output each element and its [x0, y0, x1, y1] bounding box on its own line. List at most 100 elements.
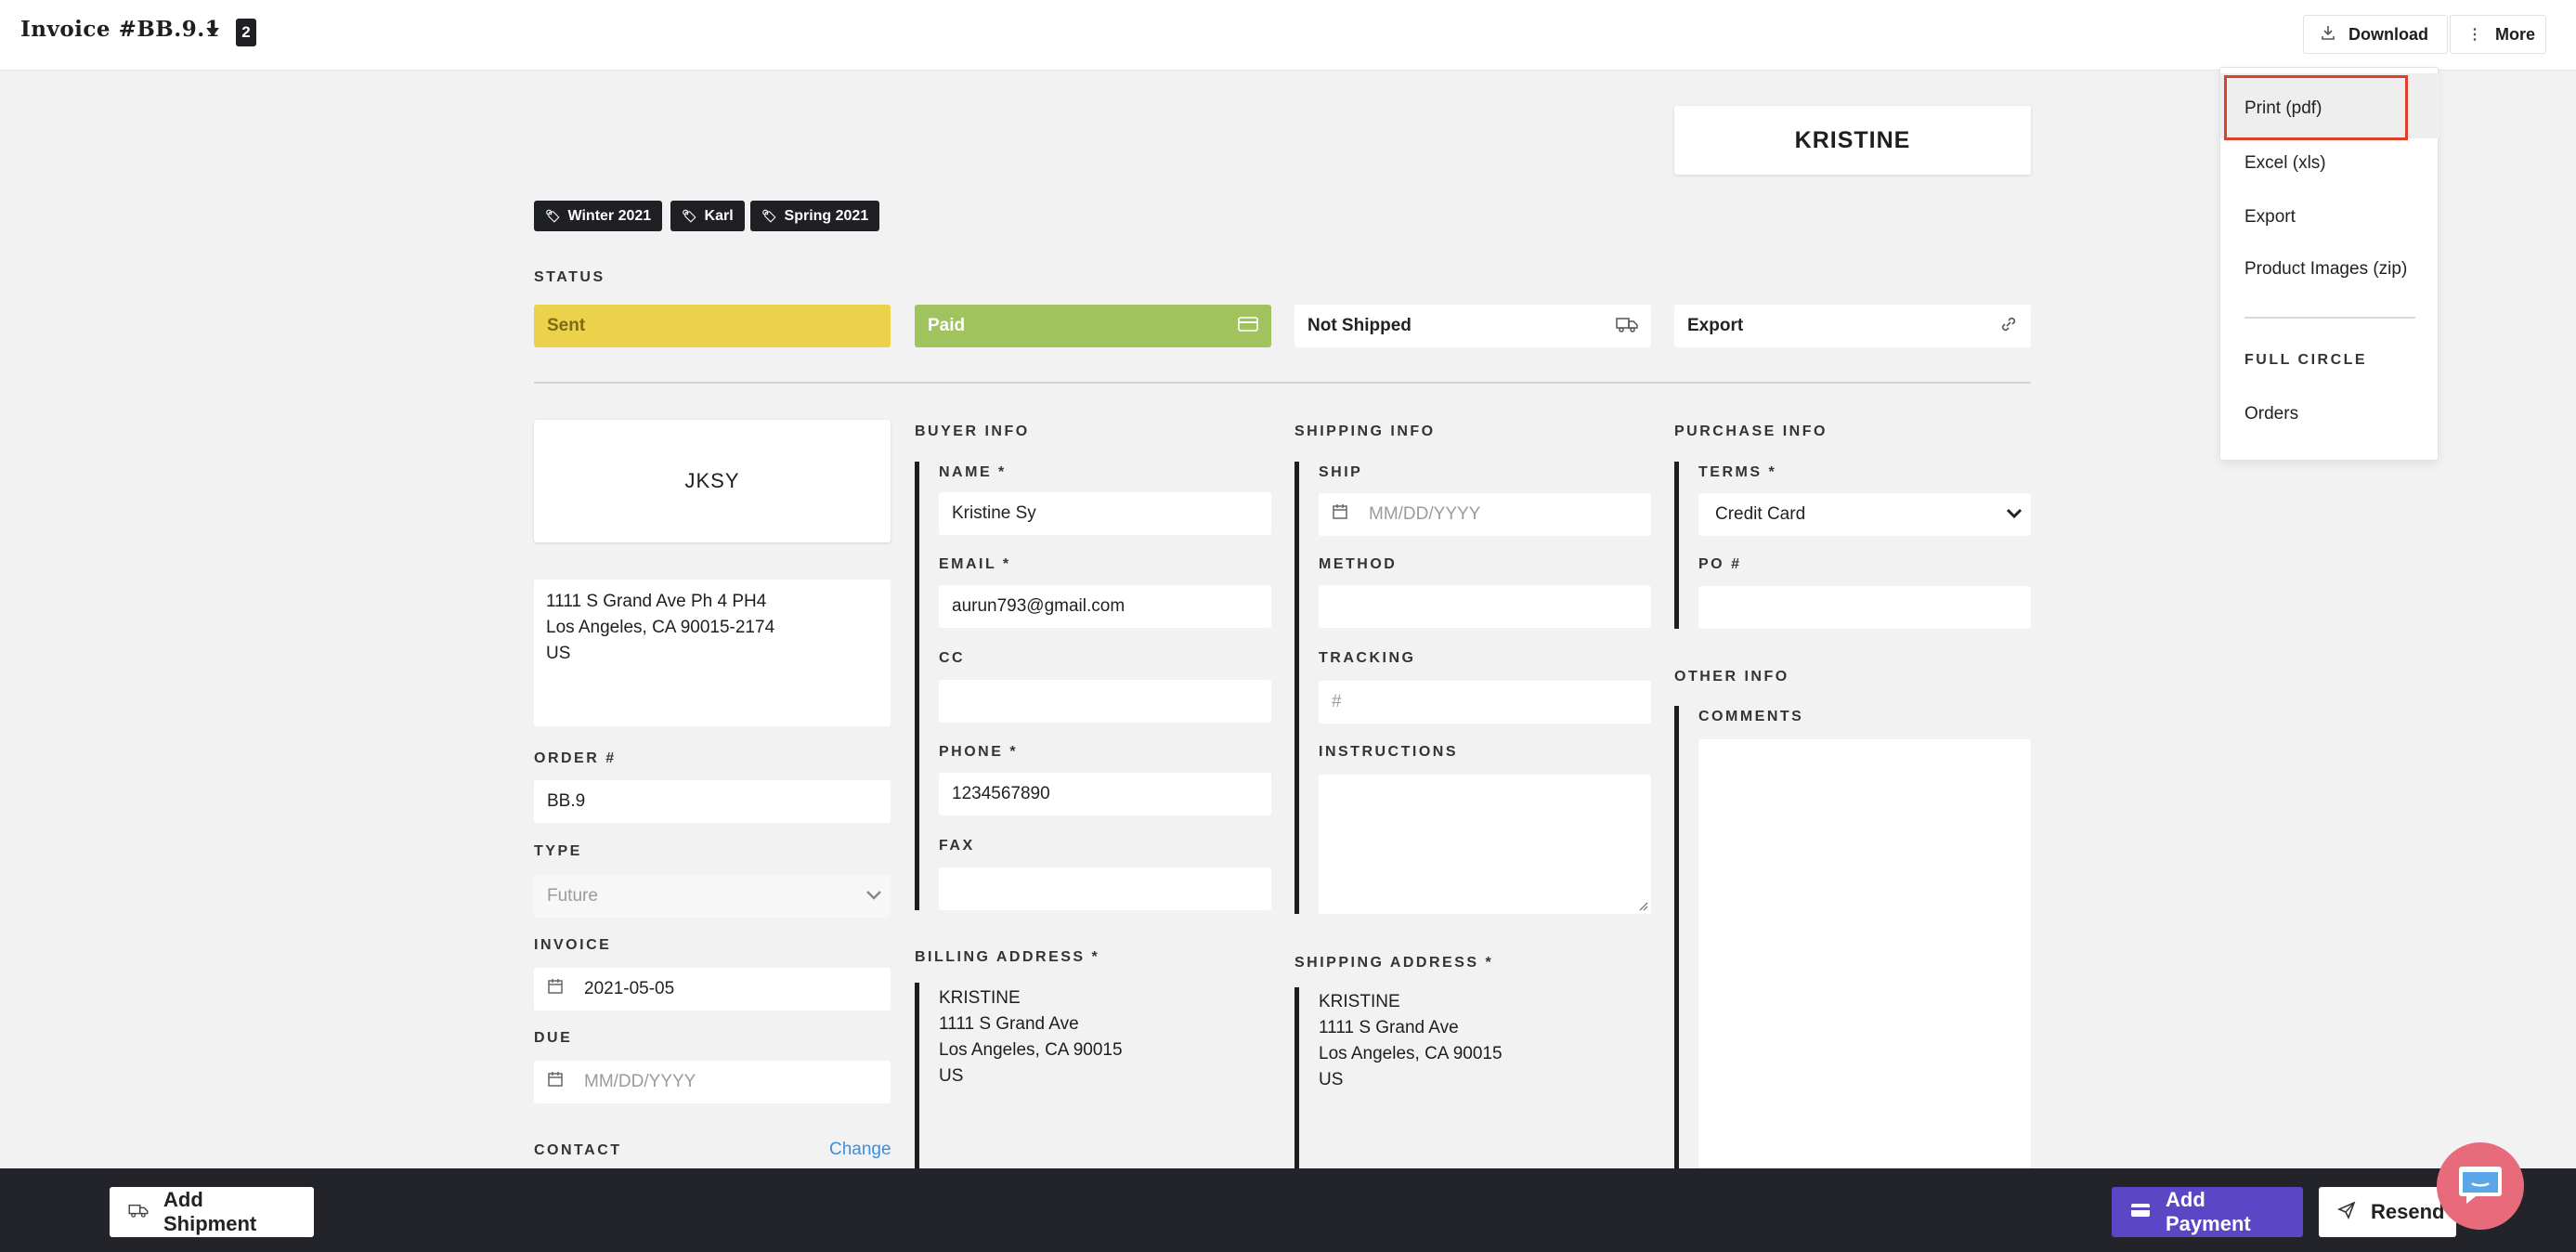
invoice-date-label: INVOICE: [534, 937, 612, 953]
due-date-input[interactable]: MM/DD/YYYY: [534, 1061, 891, 1103]
status-export-label: Export: [1687, 316, 1744, 335]
address-line: US: [546, 644, 571, 663]
comments-textarea[interactable]: [1698, 739, 2031, 1168]
add-payment-button[interactable]: Add Payment: [2112, 1187, 2303, 1237]
shipping-info-bar: [1295, 462, 1299, 914]
purchase-info-bar: [1674, 462, 1679, 629]
calendar-icon: [547, 1071, 564, 1093]
calendar-icon: [1332, 503, 1348, 526]
tag-winter-2021[interactable]: 🏷 Winter 2021: [534, 201, 663, 231]
address-line: Los Angeles, CA 90015: [939, 1040, 1123, 1060]
address-line: Los Angeles, CA 90015: [1319, 1044, 1503, 1063]
tag-spring-2021[interactable]: 🏷 Spring 2021: [750, 201, 880, 231]
shipping-address-block[interactable]: KRISTINE 1111 S Grand Ave Los Angeles, C…: [1319, 989, 1503, 1093]
menu-item-export[interactable]: Export: [2244, 207, 2296, 228]
change-contact-link[interactable]: Change: [829, 1140, 891, 1160]
tracking-input[interactable]: #: [1319, 681, 1651, 724]
contact-label: CONTACT: [534, 1142, 622, 1158]
chat-widget-button[interactable]: [2437, 1142, 2524, 1230]
tag-label: Spring 2021: [784, 207, 869, 224]
invoice-count-badge[interactable]: 2: [236, 19, 256, 46]
order-number-input[interactable]: BB.9: [534, 780, 891, 823]
tag-icon: 🏷: [682, 208, 697, 223]
menu-section-title: FULL CIRCLE: [2244, 352, 2368, 368]
tag-icon: 🏷: [545, 208, 561, 223]
menu-item-product-images[interactable]: Product Images (zip): [2244, 259, 2407, 280]
chevron-down-icon: [2005, 504, 2023, 525]
resize-handle-icon[interactable]: [1637, 900, 1648, 911]
credit-card-icon: [2130, 1203, 2151, 1222]
buyer-phone-input[interactable]: 1234567890: [939, 773, 1271, 815]
company-card[interactable]: JKSY: [534, 420, 891, 542]
menu-item-orders[interactable]: Orders: [2244, 404, 2298, 424]
buyer-name-value: Kristine Sy: [952, 503, 1036, 523]
calendar-icon: [547, 978, 564, 1000]
address-line: 1111 S Grand Ave: [1319, 1018, 1459, 1037]
other-info-bar: [1674, 706, 1679, 1168]
order-number-value: BB.9: [547, 791, 586, 811]
type-label: TYPE: [534, 843, 582, 859]
chevron-down-icon: [865, 886, 883, 906]
tag-karl[interactable]: 🏷 Karl: [670, 201, 745, 231]
truck-icon: [1616, 316, 1638, 337]
menu-item-print-pdf[interactable]: Print (pdf): [2244, 98, 2322, 119]
invoice-switch-caret-icon[interactable]: [206, 28, 219, 36]
ship-date-placeholder: MM/DD/YYYY: [1369, 504, 1481, 524]
buyer-fax-input[interactable]: [939, 867, 1271, 910]
paper-plane-icon: [2336, 1201, 2356, 1224]
billing-address-block[interactable]: KRISTINE 1111 S Grand Ave Los Angeles, C…: [939, 985, 1123, 1089]
more-label: More: [2495, 24, 2536, 44]
tracking-label: TRACKING: [1319, 650, 1416, 666]
retailer-card[interactable]: KRISTINE: [1674, 106, 2031, 175]
status-sent-label: Sent: [547, 316, 586, 335]
status-sent[interactable]: Sent: [534, 305, 891, 347]
more-button[interactable]: ⋮ More: [2450, 15, 2546, 54]
status-paid-label: Paid: [928, 316, 966, 335]
method-input[interactable]: [1319, 585, 1651, 628]
tag-icon: 🏷: [761, 208, 777, 223]
terms-label: TERMS *: [1698, 464, 1777, 480]
address-line: Los Angeles, CA 90015-2174: [546, 618, 775, 637]
buyer-info-title: BUYER INFO: [915, 424, 1030, 439]
retailer-name: KRISTINE: [1794, 126, 1911, 153]
billing-address-title: BILLING ADDRESS *: [915, 949, 1100, 965]
shipping-address-title: SHIPPING ADDRESS *: [1295, 955, 1494, 971]
buyer-name-input[interactable]: Kristine Sy: [939, 492, 1271, 535]
tag-label: Winter 2021: [567, 207, 652, 224]
shipping-info-title: SHIPPING INFO: [1295, 424, 1436, 439]
status-not-shipped[interactable]: Not Shipped: [1295, 305, 1651, 347]
add-shipment-button[interactable]: Add Shipment: [110, 1187, 314, 1237]
address-line: US: [939, 1066, 964, 1086]
resend-button[interactable]: Resend: [2319, 1187, 2456, 1237]
status-paid[interactable]: Paid: [915, 305, 1271, 347]
address-line: KRISTINE: [1319, 992, 1400, 1011]
resend-label: Resend: [2371, 1200, 2445, 1223]
instructions-textarea[interactable]: [1319, 775, 1651, 914]
buyer-phone-value: 1234567890: [952, 784, 1050, 803]
status-label: STATUS: [534, 269, 605, 285]
status-export[interactable]: Export: [1674, 305, 2031, 347]
other-info-title: OTHER INFO: [1674, 669, 1789, 685]
download-button[interactable]: Download: [2303, 15, 2448, 54]
buyer-cc-input[interactable]: [939, 680, 1271, 723]
order-number-label: ORDER #: [534, 750, 617, 766]
buyer-phone-label: PHONE *: [939, 744, 1019, 760]
more-dropdown-menu: Print (pdf) Excel (xls) Export Product I…: [2219, 67, 2439, 461]
due-date-label: DUE: [534, 1030, 573, 1046]
ship-date-label: SHIP: [1319, 464, 1363, 480]
invoice-date-input[interactable]: 2021-05-05: [534, 968, 891, 1011]
invoice-title: Invoice #BB.9.1: [20, 17, 221, 42]
bottom-action-bar: Add Shipment Add Payment Resend: [0, 1168, 2576, 1252]
po-number-input[interactable]: [1698, 586, 2031, 629]
terms-select[interactable]: Credit Card: [1698, 493, 2031, 536]
add-shipment-label: Add Shipment: [163, 1188, 257, 1235]
credit-card-icon: [1238, 316, 1258, 336]
buyer-email-input[interactable]: aurun793@gmail.com: [939, 585, 1271, 628]
tracking-placeholder: #: [1332, 692, 1342, 711]
company-address-box[interactable]: 1111 S Grand Ave Ph 4 PH4 Los Angeles, C…: [534, 580, 891, 726]
download-icon: [2321, 25, 2335, 45]
add-payment-label: Add Payment: [2166, 1188, 2251, 1235]
type-select[interactable]: Future: [534, 875, 891, 918]
ship-date-input[interactable]: MM/DD/YYYY: [1319, 493, 1651, 536]
menu-item-excel-xls[interactable]: Excel (xls): [2244, 153, 2326, 174]
